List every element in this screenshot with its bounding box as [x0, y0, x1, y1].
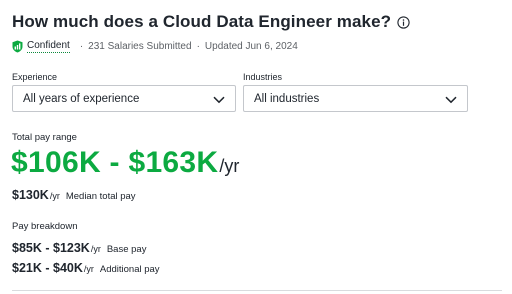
- divider: [12, 290, 502, 291]
- industries-select[interactable]: All industries: [243, 85, 468, 112]
- median-pay: $130K /yr Median total pay: [12, 188, 136, 202]
- salaries-count: 231 Salaries Submitted: [88, 41, 192, 52]
- median-pay-amount: $130K: [12, 188, 49, 202]
- experience-value: All years of experience: [23, 92, 140, 105]
- base-pay-amount: $85K - $123K: [12, 241, 90, 255]
- additional-pay-amount: $21K - $40K: [12, 261, 83, 275]
- separator: ·: [79, 41, 84, 52]
- confidence-badge[interactable]: Confident: [27, 40, 70, 53]
- base-pay-unit: /yr: [90, 244, 101, 254]
- total-pay-label: Total pay range: [12, 132, 77, 143]
- base-pay-label: Base pay: [106, 244, 147, 255]
- experience-label: Experience: [12, 72, 58, 82]
- separator: ·: [196, 41, 200, 52]
- additional-pay-row: $21K - $40K /yr Additional pay: [12, 261, 160, 275]
- total-pay-range: $106K - $163K /yr: [11, 146, 239, 180]
- experience-select[interactable]: All years of experience: [12, 85, 236, 112]
- base-pay-row: $85K - $123K /yr Base pay: [12, 241, 146, 255]
- additional-pay-unit: /yr: [83, 264, 94, 274]
- industries-label: Industries: [243, 72, 283, 82]
- salary-meta: Confident · 231 Salaries Submitted · Upd…: [12, 40, 298, 53]
- page-header: How much does a Cloud Data Engineer make…: [12, 12, 410, 32]
- median-pay-label: Median total pay: [65, 191, 136, 202]
- additional-pay-label: Additional pay: [99, 264, 160, 275]
- chevron-down-icon: [445, 95, 457, 103]
- updated-date: Updated Jun 6, 2024: [204, 41, 298, 52]
- industries-value: All industries: [254, 92, 320, 105]
- info-icon[interactable]: [397, 15, 410, 29]
- median-pay-unit: /yr: [49, 191, 60, 201]
- total-pay-unit: /yr: [219, 156, 240, 176]
- chevron-down-icon: [213, 95, 225, 103]
- shield-check-icon: [12, 40, 23, 53]
- pay-breakdown-label: Pay breakdown: [12, 221, 78, 232]
- page-title: How much does a Cloud Data Engineer make…: [12, 12, 392, 31]
- total-pay-amount: $106K - $163K: [11, 146, 219, 179]
